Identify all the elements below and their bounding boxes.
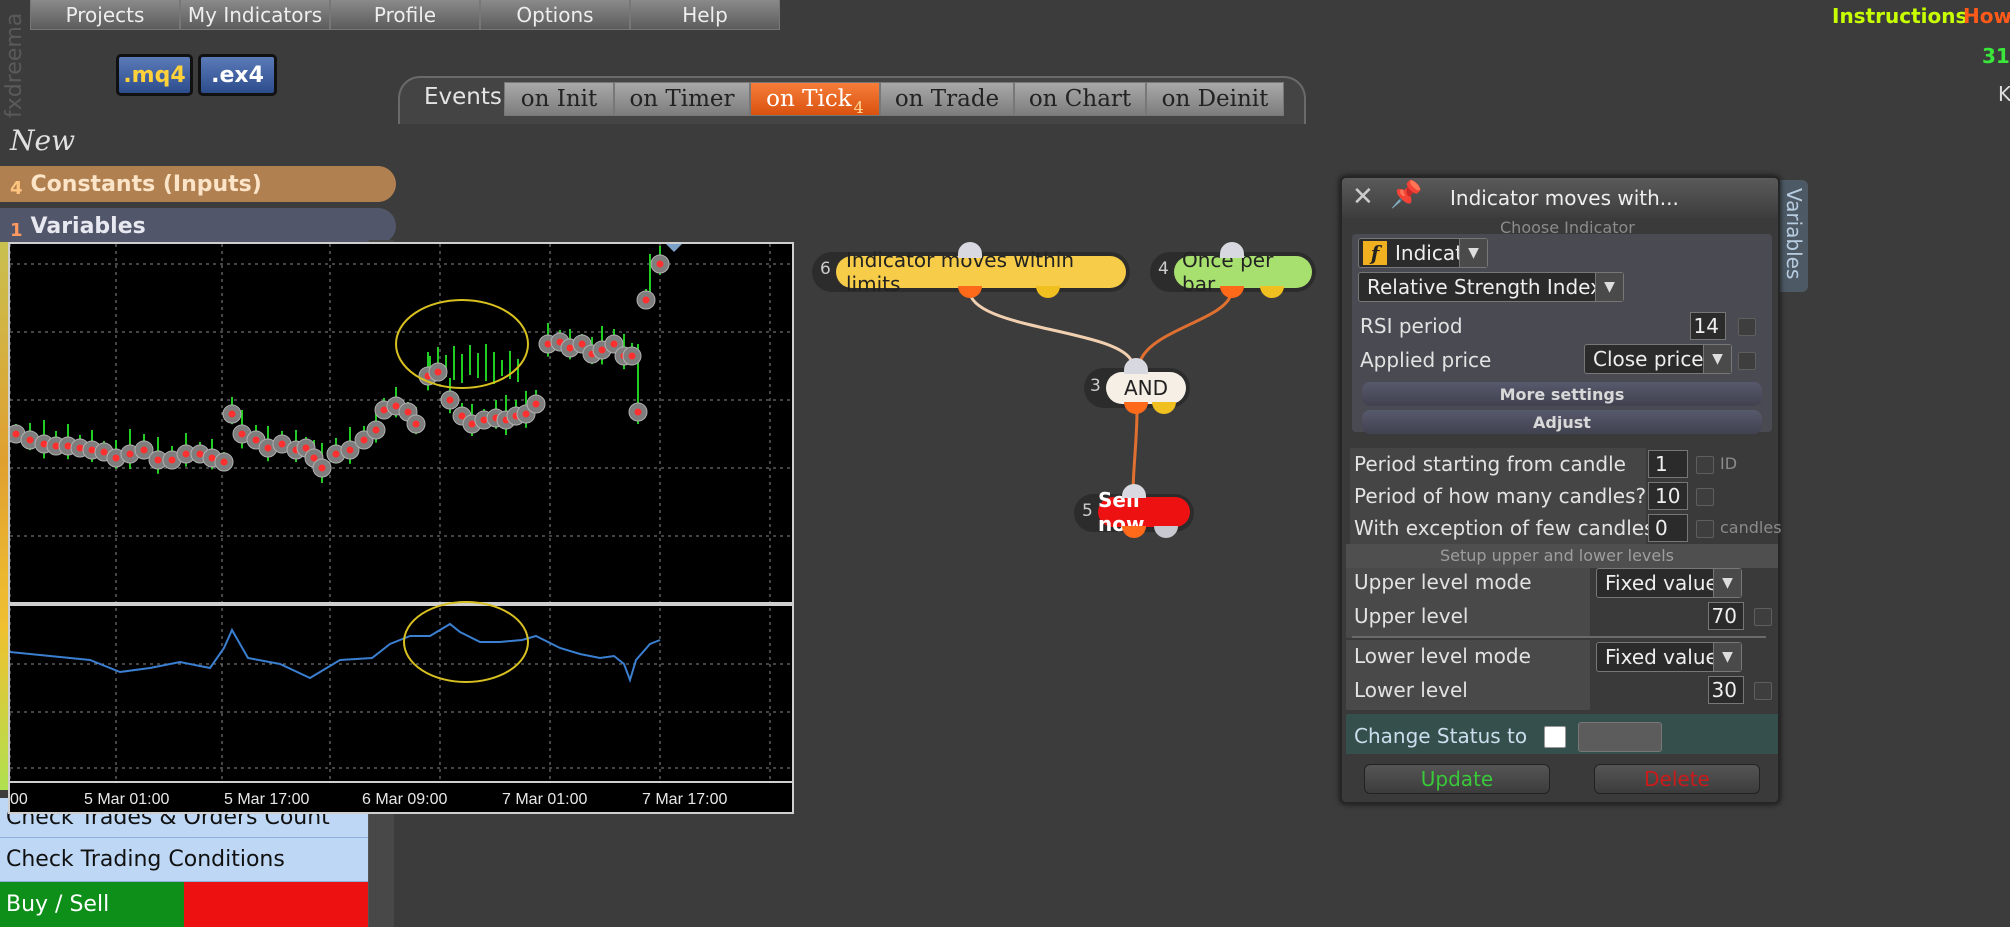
exception-label: With exception of few candles	[1354, 516, 1655, 540]
node-id: 5	[1082, 501, 1093, 521]
chevron-down-icon: ▼	[1459, 239, 1487, 267]
wire-6-to-3	[968, 293, 1134, 363]
lower-level-label: Lower level	[1354, 678, 1468, 702]
period-start-input[interactable]: 1	[1648, 450, 1688, 478]
wire-3-to-5	[1131, 409, 1139, 495]
more-settings-button[interactable]: More settings	[1362, 382, 1762, 406]
upper-level-input[interactable]: 70	[1708, 602, 1744, 630]
rsi-period-label: RSI period	[1360, 314, 1463, 338]
dialog-titlebar[interactable]: ✕ 📌 Indicator moves with...	[1342, 178, 1778, 218]
dropdown-value: Fixed value	[1605, 645, 1718, 669]
period-count-checkbox[interactable]	[1696, 488, 1714, 506]
applied-price-dropdown[interactable]: Close price ▼	[1584, 344, 1732, 374]
dialog-title: Indicator moves with...	[1450, 186, 1679, 210]
indicator-name-dropdown[interactable]: Relative Strength Index ▼	[1358, 272, 1624, 302]
status-color-field[interactable]	[1578, 722, 1662, 752]
rsi-period-input[interactable]: 14	[1690, 312, 1726, 340]
change-status-label: Change Status to	[1354, 724, 1528, 748]
change-status-checkbox[interactable]	[1544, 726, 1566, 748]
wire-4-to-3	[1138, 293, 1233, 363]
dropdown-value: Relative Strength Index	[1367, 275, 1602, 299]
upper-mode-label: Upper level mode	[1354, 570, 1532, 594]
node-id: 4	[1158, 259, 1169, 279]
applied-price-checkbox[interactable]	[1738, 352, 1756, 370]
period-start-checkbox[interactable]	[1696, 456, 1714, 474]
upper-mode-dropdown[interactable]: Fixed value ▼	[1596, 568, 1742, 598]
exception-checkbox[interactable]	[1696, 520, 1714, 538]
chevron-down-icon: ▼	[1713, 643, 1741, 671]
node-indicator-moves-within-limits[interactable]: Indicator moves within limits	[836, 248, 1126, 296]
levels-header: Setup upper and lower levels	[1440, 546, 1675, 565]
exception-suffix: candles	[1720, 518, 1782, 537]
lower-level-checkbox[interactable]	[1754, 682, 1772, 700]
exception-input[interactable]: 0	[1648, 514, 1688, 542]
period-count-label: Period of how many candles?	[1354, 484, 1647, 508]
period-start-suffix: ID	[1720, 454, 1738, 473]
divider	[1352, 636, 1766, 638]
node-label: Indicator moves within limits	[846, 248, 1075, 296]
node-id: 3	[1090, 376, 1101, 396]
close-icon[interactable]: ✕	[1352, 182, 1374, 212]
chevron-down-icon: ▼	[1595, 273, 1623, 301]
node-once-per-bar[interactable]: Once per bar	[1174, 248, 1312, 296]
choose-indicator-label: Choose Indicator	[1500, 218, 1635, 237]
dropdown-value: Close price	[1593, 347, 1704, 371]
lower-level-input[interactable]: 30	[1708, 676, 1744, 704]
node-sell-now[interactable]: Sell now	[1098, 488, 1190, 536]
variables-tab-label: Variables	[1782, 188, 1806, 280]
dropdown-value: Fixed value	[1605, 571, 1718, 595]
lower-mode-label: Lower level mode	[1354, 644, 1531, 668]
delete-button[interactable]: Delete	[1594, 764, 1760, 794]
period-start-label: Period starting from candle	[1354, 452, 1626, 476]
applied-price-label: Applied price	[1360, 348, 1492, 372]
node-label: Once per bar	[1182, 248, 1274, 296]
upper-level-checkbox[interactable]	[1754, 608, 1772, 626]
chevron-down-icon: ▼	[1713, 569, 1741, 597]
rsi-period-checkbox[interactable]	[1738, 318, 1756, 336]
function-icon: f	[1363, 241, 1387, 265]
block-settings-dialog: ✕ 📌 Indicator moves with... Choose Indic…	[1340, 176, 1782, 804]
lower-mode-dropdown[interactable]: Fixed value ▼	[1596, 642, 1742, 672]
pin-icon[interactable]: 📌	[1390, 180, 1422, 210]
variables-side-tab[interactable]: Variables	[1780, 180, 1808, 292]
node-and[interactable]: AND	[1106, 372, 1186, 404]
update-button[interactable]: Update	[1364, 764, 1550, 794]
adjust-button[interactable]: Adjust	[1362, 410, 1762, 434]
chevron-down-icon: ▼	[1703, 345, 1731, 373]
node-id: 6	[820, 259, 831, 279]
indicator-type-dropdown[interactable]: f Indicator ▼	[1358, 238, 1488, 268]
upper-level-label: Upper level	[1354, 604, 1469, 628]
node-label: AND	[1123, 376, 1169, 400]
period-count-input[interactable]: 10	[1648, 482, 1688, 510]
